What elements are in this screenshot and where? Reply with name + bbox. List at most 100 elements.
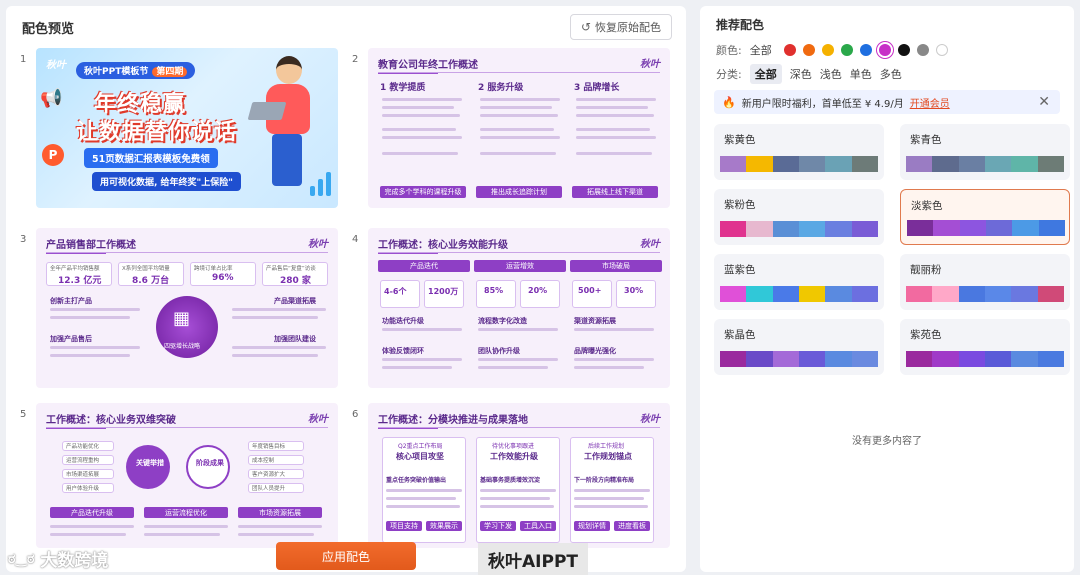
color-filter-all[interactable]: 全部 — [750, 42, 772, 58]
palette-card[interactable]: 紫青色 — [900, 124, 1070, 180]
category-dark[interactable]: 深色 — [790, 66, 812, 82]
color-swatch — [772, 221, 799, 237]
color-dot[interactable] — [878, 44, 891, 56]
color-dot[interactable] — [897, 44, 910, 56]
undo-icon: ↺ — [580, 20, 591, 34]
color-swatch — [932, 156, 959, 172]
color-swatch — [959, 220, 986, 236]
slide-3[interactable]: 3 产品销售部工作概述 秋叶 全年产品平均销售额 X系列全国平均销量 跨境订单占… — [16, 228, 346, 396]
color-swatch — [1011, 351, 1038, 367]
col-2-footer: 推出成长追踪计划 — [476, 186, 562, 198]
col-1-title: 1 教学提质 — [380, 83, 426, 93]
slide-number: 1 — [20, 54, 27, 65]
slide-thumbnail[interactable]: 工作概述：核心业务效能升级 秋叶 产品迭代 运营增效 市场破局 4-6个 120… — [368, 228, 670, 388]
restore-colors-label: 恢复原始配色 — [595, 21, 661, 34]
headline-2: 让数据替你说话 — [76, 120, 238, 145]
color-swatch — [851, 221, 878, 237]
palette-card[interactable]: 紫粉色 — [714, 189, 884, 245]
close-icon[interactable]: ✕ — [1038, 94, 1050, 110]
palette-card[interactable]: 紫苑色 — [900, 319, 1070, 375]
restore-colors-button[interactable]: ↺ 恢复原始配色 — [569, 14, 672, 40]
slide-thumbnail[interactable]: 秋叶 秋叶PPT模板节 第四期 📢 年终稳赢 让数据替你说话 P 51页数据汇报表… — [36, 48, 338, 208]
color-swatch — [1037, 286, 1064, 302]
category-light[interactable]: 浅色 — [820, 66, 842, 82]
color-dot[interactable] — [821, 44, 834, 56]
color-swatch — [851, 286, 878, 302]
palette-name: 紫青色 — [910, 134, 942, 146]
color-swatch — [746, 351, 773, 367]
slide-thumbnail[interactable]: 工作概述：核心业务双维突破 秋叶 产品功能优化 运营流程重构 市场渠道拓展 用户… — [36, 403, 338, 548]
slide-thumbnail[interactable]: 工作概述：分模块推进与成果落地 秋叶 Q2重点工作布局 待优化事项跟进 后续工作… — [368, 403, 670, 548]
color-filter: 颜色: 全部 — [716, 42, 948, 58]
category-all[interactable]: 全部 — [749, 64, 782, 84]
color-dot[interactable] — [783, 44, 796, 56]
color-swatch — [906, 286, 933, 302]
palette-card[interactable]: 紫黄色 — [714, 124, 884, 180]
palette-name: 淡紫色 — [911, 200, 943, 212]
palette-card[interactable]: 淡紫色 — [900, 189, 1070, 245]
color-swatch — [1038, 220, 1065, 236]
palette-swatches — [720, 351, 878, 367]
color-swatch — [984, 286, 1012, 302]
color-dot[interactable] — [802, 44, 815, 56]
slide-title: 工作概述：核心业务双维突破 — [46, 411, 176, 429]
color-swatch — [746, 286, 773, 302]
color-swatch — [906, 351, 933, 367]
color-swatch — [1011, 286, 1038, 302]
category-filter: 分类: 全部 深色 浅色 单色 多色 — [716, 64, 902, 84]
color-swatch — [720, 221, 747, 237]
category-multi[interactable]: 多色 — [880, 66, 902, 82]
color-swatch — [851, 156, 878, 172]
grid-icon: ▦ — [173, 308, 191, 329]
stat-value: 8.6 万台 — [132, 276, 170, 286]
color-swatch — [958, 156, 985, 172]
palette-name: 紫晶色 — [724, 329, 756, 341]
color-swatch — [798, 286, 826, 302]
color-swatch — [825, 221, 852, 237]
color-swatch — [933, 220, 960, 236]
slide-logo: 秋叶 — [308, 414, 328, 425]
palette-name: 蓝紫色 — [724, 264, 756, 276]
slide-4[interactable]: 4 工作概述：核心业务效能升级 秋叶 产品迭代 运营增效 市场破局 4-6个 1… — [348, 228, 678, 396]
color-swatch — [1037, 156, 1064, 172]
slide-2[interactable]: 2 教育公司年终工作概述 秋叶 1 教学提质 2 服务升级 3 品牌增长 完成多… — [348, 48, 678, 216]
open-membership-link[interactable]: 开通会员 — [910, 95, 950, 110]
promo-banner: 🔥 新用户限时福利，首单低至 ¥ 4.9/月 开通会员 ✕ — [714, 90, 1060, 114]
col-3-footer: 拓展线上线下渠道 — [572, 186, 658, 198]
color-swatch — [720, 351, 747, 367]
palette-swatches — [906, 156, 1064, 172]
recommend-title: 推荐配色 — [716, 18, 765, 32]
color-dot[interactable] — [935, 44, 948, 56]
color-swatch — [746, 221, 773, 237]
color-swatch — [720, 156, 747, 172]
col-1-footer: 完成多个学科的课程升级 — [380, 186, 466, 198]
color-swatch — [985, 220, 1013, 236]
palette-card[interactable]: 蓝紫色 — [714, 254, 884, 310]
dashu-logo-icon: ಠ‿ಠ — [8, 550, 35, 567]
color-swatch — [932, 351, 959, 367]
color-swatch — [746, 156, 773, 172]
color-dot[interactable] — [859, 44, 872, 56]
color-swatch — [984, 351, 1012, 367]
color-dot[interactable] — [840, 44, 853, 56]
color-swatch — [772, 286, 799, 302]
slide-thumbnail[interactable]: 产品销售部工作概述 秋叶 全年产品平均销售额 X系列全国平均销量 跨境订单占比率… — [36, 228, 338, 388]
slide-thumbnail[interactable]: 教育公司年终工作概述 秋叶 1 教学提质 2 服务升级 3 品牌增长 完成多个学… — [368, 48, 670, 208]
palette-name: 靓丽粉 — [910, 264, 942, 276]
palette-card[interactable]: 紫晶色 — [714, 319, 884, 375]
color-swatch — [772, 156, 799, 172]
slide-number: 6 — [352, 409, 359, 420]
slide-logo: 秋叶 — [640, 239, 660, 250]
color-swatch — [720, 286, 747, 302]
apply-colors-button[interactable]: 应用配色 — [276, 542, 416, 570]
palette-card[interactable]: 靓丽粉 — [900, 254, 1070, 310]
slide-number: 2 — [352, 54, 359, 65]
palette-name: 紫粉色 — [724, 199, 756, 211]
slide-1[interactable]: 1 秋叶 秋叶PPT模板节 第四期 📢 年终稳赢 让数据替你说话 P 51页数据汇… — [16, 48, 346, 216]
color-dot[interactable] — [916, 44, 929, 56]
category-mono[interactable]: 单色 — [850, 66, 872, 82]
color-swatch — [825, 351, 852, 367]
stat-value: 12.3 亿元 — [58, 276, 102, 286]
color-swatch — [907, 220, 934, 236]
watermark-left: ಠ‿ಠ 大数跨境 — [8, 550, 109, 572]
